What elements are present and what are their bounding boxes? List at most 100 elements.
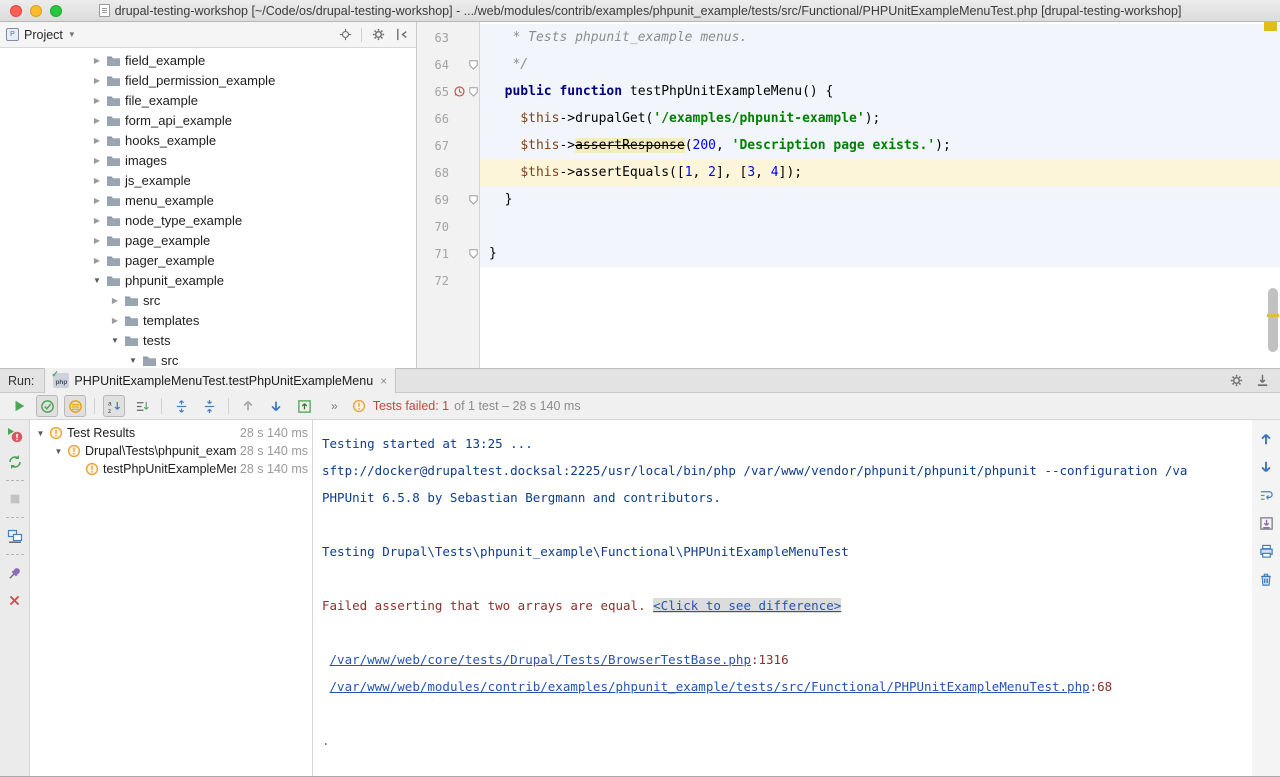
code-line[interactable]: 72 bbox=[417, 267, 1280, 294]
close-window-button[interactable] bbox=[10, 5, 22, 17]
code-text: $this->drupalGet('/examples/phpunit-exam… bbox=[480, 105, 1280, 132]
hide-panel-icon[interactable] bbox=[394, 27, 410, 43]
down-stack-trace-button[interactable] bbox=[1257, 458, 1275, 476]
code-line[interactable]: 69 } bbox=[417, 186, 1280, 213]
code-line[interactable]: 66 $this->drupalGet('/examples/phpunit-e… bbox=[417, 105, 1280, 132]
show-ignored-toggle[interactable] bbox=[64, 395, 86, 417]
fold-marker-icon[interactable] bbox=[467, 195, 480, 205]
test-tree-item[interactable]: ▼Test Results28 s 140 ms bbox=[30, 424, 312, 442]
console-link[interactable]: /var/www/web/modules/contrib/examples/ph… bbox=[330, 679, 1090, 694]
editor-scrollbar[interactable] bbox=[1268, 288, 1278, 352]
code-line[interactable]: 63 * Tests phpunit_example menus. bbox=[417, 24, 1280, 51]
project-tree-item[interactable]: ▶templates bbox=[0, 310, 416, 330]
separator bbox=[161, 398, 162, 414]
chevron-collapsed-icon[interactable]: ▶ bbox=[92, 216, 102, 225]
project-tree-item[interactable]: ▶src bbox=[0, 290, 416, 310]
project-tree-item[interactable]: ▶form_api_example bbox=[0, 110, 416, 130]
console-view-button[interactable] bbox=[6, 527, 24, 545]
soft-wrap-toggle[interactable] bbox=[1257, 486, 1275, 504]
fold-marker-icon[interactable] bbox=[467, 249, 480, 259]
chevron-collapsed-icon[interactable]: ▶ bbox=[92, 256, 102, 265]
chevron-collapsed-icon[interactable]: ▶ bbox=[92, 156, 102, 165]
code-line[interactable]: 68 $this->assertEquals([1, 2], [3, 4]); bbox=[417, 159, 1280, 186]
print-button[interactable] bbox=[1257, 542, 1275, 560]
close-tab-icon[interactable]: × bbox=[380, 374, 387, 388]
error-stripe-warning-mark[interactable] bbox=[1264, 22, 1277, 31]
project-tree-item[interactable]: ▶page_example bbox=[0, 230, 416, 250]
import-test-results-button[interactable] bbox=[293, 395, 315, 417]
expand-all-button[interactable] bbox=[170, 395, 192, 417]
project-tree-item[interactable]: ▶hooks_example bbox=[0, 130, 416, 150]
code-line[interactable]: 65 public function testPhpUnitExampleMen… bbox=[417, 78, 1280, 105]
console-side-toolbar bbox=[1252, 420, 1280, 776]
project-tree-item[interactable]: ▶file_example bbox=[0, 90, 416, 110]
rerun-failed-tests-button[interactable] bbox=[6, 426, 24, 444]
project-tree-item[interactable]: ▶field_permission_example bbox=[0, 70, 416, 90]
project-view-selector[interactable]: P Project ▼ bbox=[6, 28, 76, 42]
chevron-collapsed-icon[interactable]: ▶ bbox=[92, 176, 102, 185]
code-text: } bbox=[480, 186, 1280, 213]
show-passed-toggle[interactable] bbox=[36, 395, 58, 417]
more-chevrons-icon[interactable]: » bbox=[331, 399, 338, 413]
chevron-expanded-icon[interactable]: ▼ bbox=[36, 429, 45, 438]
project-tree-item[interactable]: ▶menu_example bbox=[0, 190, 416, 210]
code-line[interactable]: 67 $this->assertResponse(200, 'Descripti… bbox=[417, 132, 1280, 159]
project-tree-item[interactable]: ▶js_example bbox=[0, 170, 416, 190]
chevron-collapsed-icon[interactable]: ▶ bbox=[92, 56, 102, 65]
zoom-window-button[interactable] bbox=[50, 5, 62, 17]
stop-button[interactable] bbox=[6, 490, 24, 508]
project-tree-item[interactable]: ▶field_example bbox=[0, 50, 416, 70]
chevron-expanded-icon[interactable]: ▼ bbox=[54, 447, 63, 456]
chevron-collapsed-icon[interactable]: ▶ bbox=[92, 136, 102, 145]
sort-alphabetically-toggle[interactable]: az bbox=[103, 395, 125, 417]
project-tree-item[interactable]: ▶images bbox=[0, 150, 416, 170]
chevron-collapsed-icon[interactable]: ▶ bbox=[92, 116, 102, 125]
test-history-icon[interactable] bbox=[452, 85, 467, 98]
project-tree-item[interactable]: ▼phpunit_example bbox=[0, 270, 416, 290]
pin-tab-button[interactable] bbox=[6, 564, 24, 582]
next-occurrence-button[interactable] bbox=[265, 395, 287, 417]
test-tree-item[interactable]: ▼Drupal\Tests\phpunit_example\Functional… bbox=[30, 442, 312, 460]
close-button[interactable] bbox=[6, 591, 24, 609]
chevron-collapsed-icon[interactable]: ▶ bbox=[110, 296, 120, 305]
chevron-collapsed-icon[interactable]: ▶ bbox=[110, 316, 120, 325]
project-tree-item[interactable]: ▶node_type_example bbox=[0, 210, 416, 230]
fold-marker-icon[interactable] bbox=[467, 60, 480, 70]
hide-window-icon[interactable] bbox=[1254, 373, 1270, 389]
rerun-button[interactable] bbox=[8, 395, 30, 417]
scroll-to-end-button[interactable] bbox=[1257, 514, 1275, 532]
chevron-expanded-icon[interactable]: ▼ bbox=[110, 336, 120, 345]
toggle-auto-test-button[interactable] bbox=[6, 453, 24, 471]
project-tree-item[interactable]: ▶pager_example bbox=[0, 250, 416, 270]
chevron-collapsed-icon[interactable]: ▶ bbox=[92, 196, 102, 205]
chevron-collapsed-icon[interactable]: ▶ bbox=[92, 96, 102, 105]
minimize-window-button[interactable] bbox=[30, 5, 42, 17]
test-tree-item[interactable]: testPhpUnitExampleMenu28 s 140 ms bbox=[30, 460, 312, 478]
code-line[interactable]: 71} bbox=[417, 240, 1280, 267]
test-console-output[interactable]: Testing started at 13:25 ...sftp://docke… bbox=[313, 420, 1252, 776]
gutter-cell: 68 bbox=[417, 159, 480, 186]
code-line[interactable]: 64 */ bbox=[417, 51, 1280, 78]
separator bbox=[6, 554, 24, 555]
code-line[interactable]: 70 bbox=[417, 213, 1280, 240]
chevron-collapsed-icon[interactable]: ▶ bbox=[92, 236, 102, 245]
select-opened-file-icon[interactable] bbox=[337, 27, 353, 43]
chevron-expanded-icon[interactable]: ▼ bbox=[92, 276, 102, 285]
console-link[interactable]: <Click to see difference> bbox=[653, 598, 841, 613]
clear-all-button[interactable] bbox=[1257, 570, 1275, 588]
collapse-all-button[interactable] bbox=[198, 395, 220, 417]
run-tab[interactable]: php✓ PHPUnitExampleMenuTest.testPhpUnitE… bbox=[44, 368, 396, 393]
folder-icon bbox=[142, 354, 157, 367]
chevron-expanded-icon[interactable]: ▼ bbox=[128, 356, 138, 365]
up-stack-trace-button[interactable] bbox=[1257, 430, 1275, 448]
gear-icon[interactable] bbox=[1228, 373, 1244, 389]
gear-icon[interactable] bbox=[370, 27, 386, 43]
project-tree-item[interactable]: ▼src bbox=[0, 350, 416, 368]
chevron-collapsed-icon[interactable]: ▶ bbox=[92, 76, 102, 85]
code-editor[interactable]: 63 * Tests phpunit_example menus.64 */65… bbox=[417, 22, 1280, 368]
fold-marker-icon[interactable] bbox=[467, 87, 480, 97]
previous-occurrence-button[interactable] bbox=[237, 395, 259, 417]
project-tree-item[interactable]: ▼tests bbox=[0, 330, 416, 350]
sort-by-duration-button[interactable] bbox=[131, 395, 153, 417]
console-link[interactable]: /var/www/web/core/tests/Drupal/Tests/Bro… bbox=[330, 652, 751, 667]
